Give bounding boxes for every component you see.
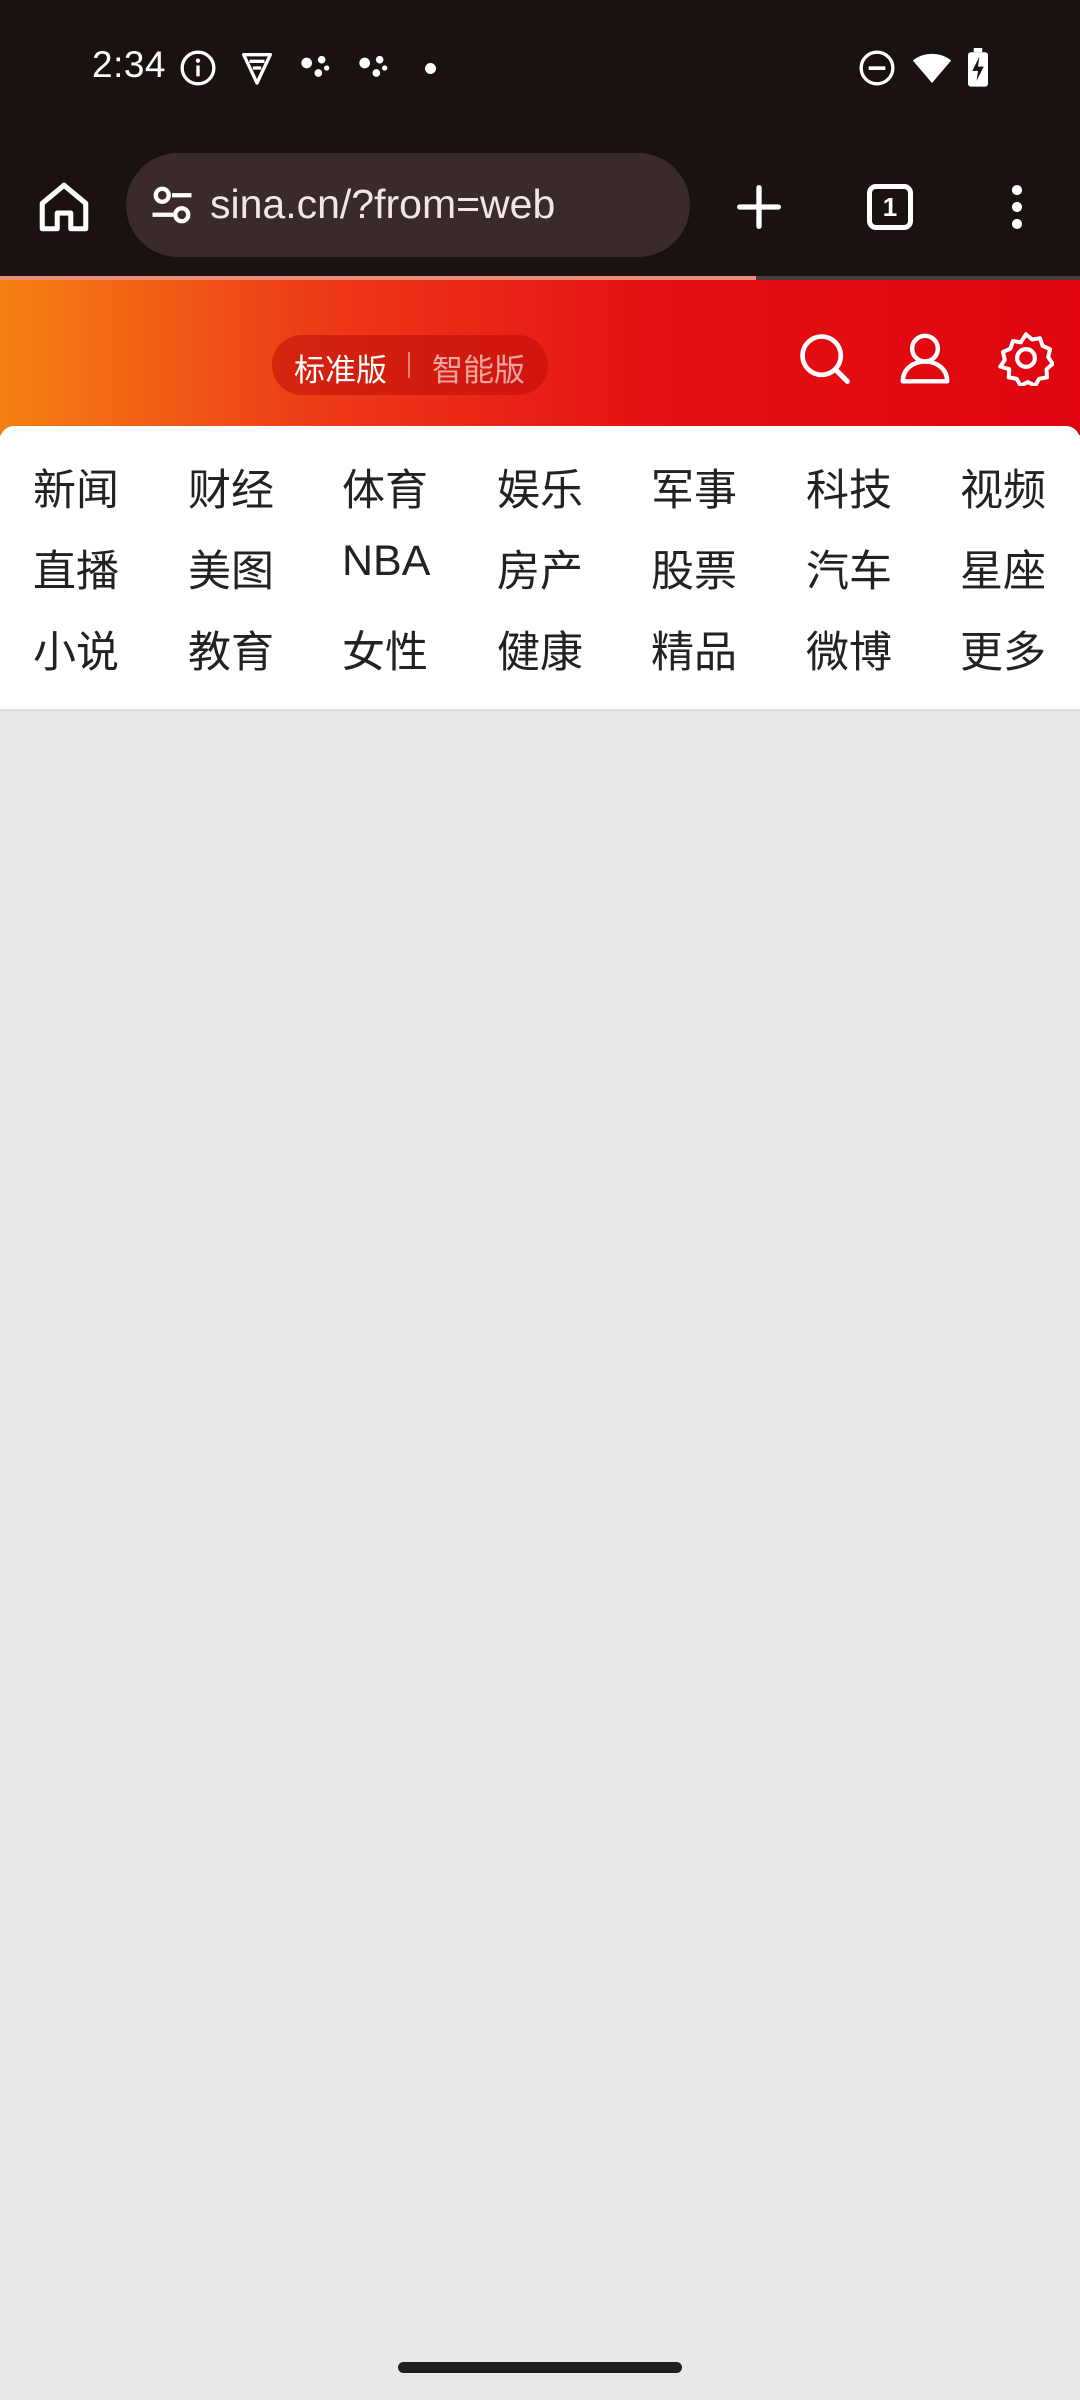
category-link[interactable]: 视频 — [960, 456, 1080, 516]
category-link[interactable]: 精品 — [651, 618, 781, 678]
category-link[interactable]: 直播 — [33, 537, 163, 597]
category-link[interactable]: 新闻 — [33, 456, 163, 516]
wifi-icon — [910, 48, 954, 88]
assistant-dots-icon — [295, 48, 335, 88]
smart-version-tab[interactable]: 智能版 — [432, 345, 525, 390]
status-time: 2:34 — [92, 44, 167, 85]
category-nav: 新闻 财经 体育 娱乐 军事 科技 视频 直播 美图 NBA 房产 股票 汽车 … — [0, 426, 1080, 709]
site-settings-icon[interactable] — [146, 179, 198, 231]
category-link[interactable]: 健康 — [497, 618, 627, 678]
version-toggle[interactable]: 标准版 智能版 — [272, 335, 548, 395]
standard-version-tab[interactable]: 标准版 — [294, 345, 387, 390]
category-link[interactable]: 房产 — [497, 537, 627, 597]
version-divider — [408, 352, 410, 378]
category-link[interactable]: 更多 — [960, 618, 1080, 678]
category-link[interactable]: 教育 — [188, 618, 318, 678]
category-link[interactable]: 美图 — [188, 537, 318, 597]
notification-dot — [425, 63, 436, 74]
category-link[interactable]: 女性 — [342, 618, 472, 678]
category-link[interactable]: 军事 — [651, 456, 781, 516]
new-tab-plus-icon[interactable] — [719, 167, 799, 247]
home-icon[interactable] — [24, 167, 104, 247]
more-vert-icon[interactable] — [977, 167, 1057, 247]
assistant-dots-icon — [353, 48, 393, 88]
category-link[interactable]: 财经 — [188, 456, 318, 516]
tab-count: 1 — [882, 191, 898, 222]
status-bar: 2:34 — [0, 0, 1080, 135]
battery-charging-icon — [960, 48, 996, 88]
category-link[interactable]: 小说 — [33, 618, 163, 678]
url-text[interactable]: sina.cn/?from=web — [210, 181, 555, 228]
category-link[interactable]: 科技 — [806, 456, 936, 516]
category-link[interactable]: 股票 — [651, 537, 781, 597]
user-icon[interactable] — [897, 330, 953, 386]
tab-switcher-icon[interactable]: 1 — [867, 184, 913, 230]
site-header: 标准版 智能版 — [0, 280, 1080, 435]
category-link[interactable]: 微博 — [806, 618, 936, 678]
category-link[interactable]: 体育 — [342, 456, 472, 516]
category-link[interactable]: 星座 — [960, 537, 1080, 597]
search-icon[interactable] — [796, 330, 852, 386]
info-icon — [178, 48, 218, 88]
gesture-home-bar[interactable] — [398, 2362, 682, 2373]
category-link[interactable]: NBA — [342, 537, 472, 597]
address-bar[interactable]: sina.cn/?from=web — [126, 153, 690, 257]
vpn-shield-icon — [237, 48, 277, 88]
do-not-disturb-icon — [857, 48, 897, 88]
category-link[interactable]: 娱乐 — [497, 456, 627, 516]
category-link[interactable]: 汽车 — [806, 537, 936, 597]
browser-toolbar: sina.cn/?from=web 1 — [0, 135, 1080, 279]
settings-gear-icon[interactable] — [998, 330, 1055, 388]
page-content-area — [0, 709, 1080, 2329]
